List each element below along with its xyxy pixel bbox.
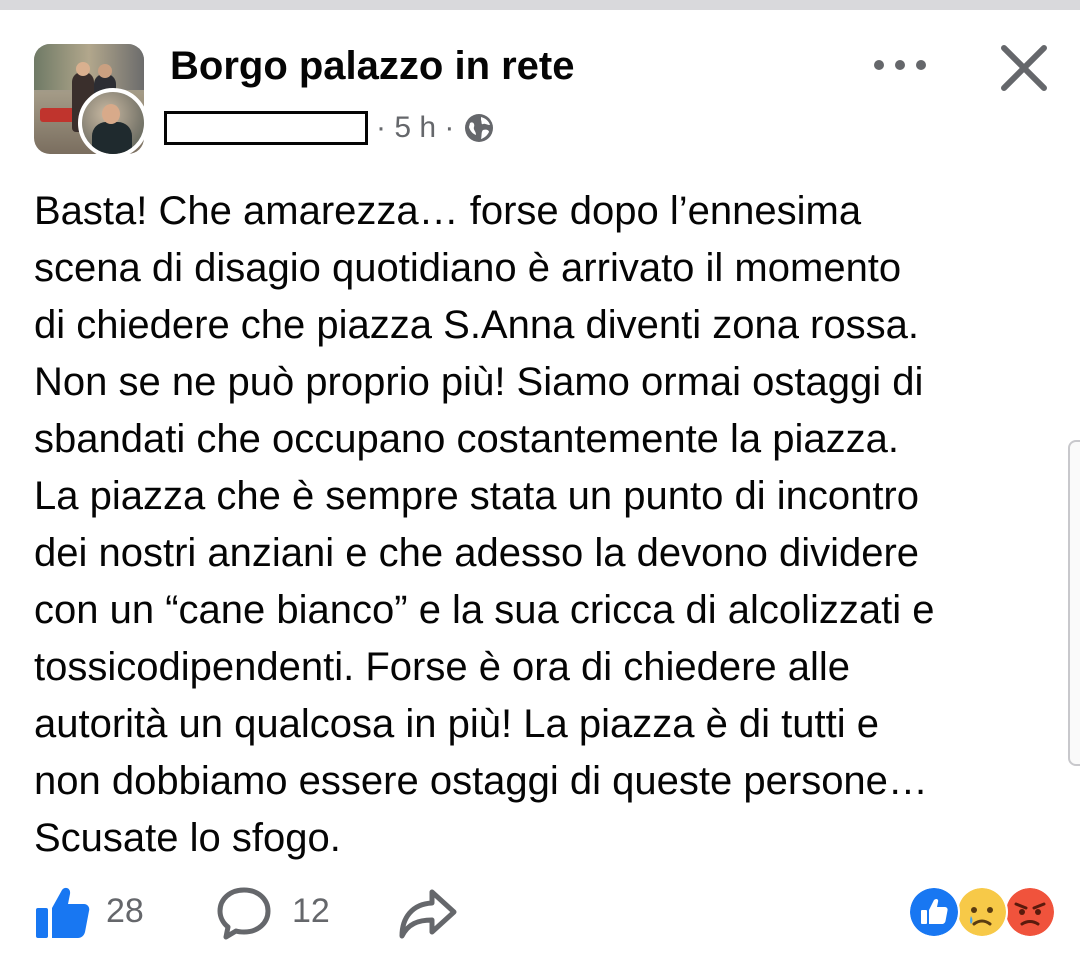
author-avatar[interactable] (78, 88, 148, 158)
top-divider (0, 0, 1080, 10)
sad-icon (956, 886, 1008, 938)
post-body-text: Basta! Che amarezza… forse dopo l’ennesi… (34, 189, 935, 860)
author-name-redacted[interactable] (164, 111, 368, 145)
angry-icon (1004, 886, 1056, 938)
post-meta: · 5 h · (164, 108, 494, 148)
share-icon[interactable] (398, 886, 458, 940)
globe-icon (465, 114, 494, 142)
like-count[interactable]: 28 (106, 892, 144, 931)
page-title[interactable]: Borgo palazzo in rete (170, 44, 575, 89)
post-timestamp[interactable]: · 5 h · (376, 111, 454, 145)
post-actions-bar: 28 12 (0, 878, 1080, 948)
close-icon[interactable] (998, 42, 1050, 94)
reactions-summary[interactable] (908, 886, 1056, 938)
scroll-handle[interactable] (1068, 440, 1080, 766)
comment-count[interactable]: 12 (292, 892, 330, 931)
like-icon[interactable] (34, 884, 90, 940)
comment-icon[interactable] (216, 886, 272, 940)
more-options-icon[interactable] (870, 52, 930, 78)
like-reaction-icon (908, 886, 960, 938)
post-avatar-group[interactable] (34, 44, 150, 158)
